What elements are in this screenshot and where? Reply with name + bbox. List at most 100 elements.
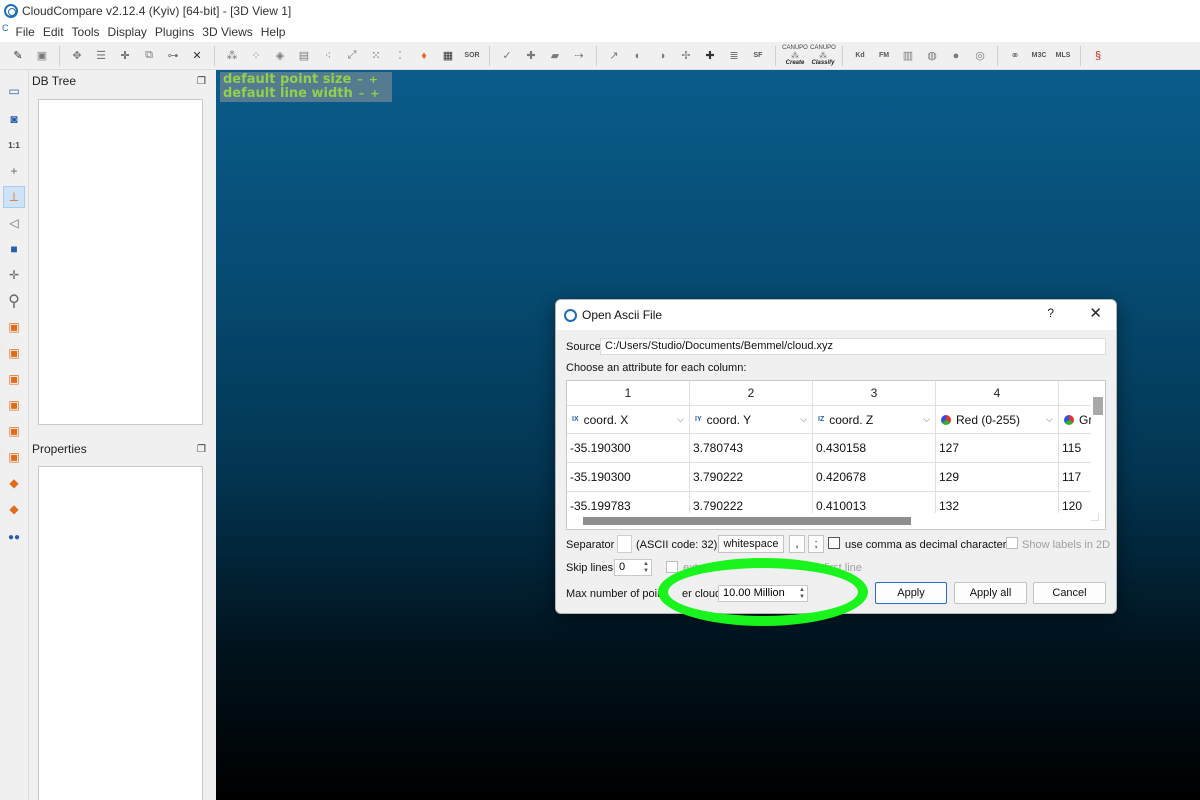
transform-icon[interactable]: ↗: [602, 44, 626, 68]
table-vertical-scrollbar[interactable]: [1091, 381, 1105, 513]
checker-icon[interactable]: ▦: [436, 44, 460, 68]
horizontal-scroll-thumb[interactable]: [583, 517, 911, 525]
stereo-icon[interactable]: ●●: [3, 526, 25, 548]
back-view-icon[interactable]: ▣: [3, 342, 25, 364]
vertical-scroll-thumb[interactable]: [1093, 397, 1103, 415]
perspective-icon[interactable]: ◁: [3, 212, 25, 234]
scale-icon[interactable]: ⤢: [340, 44, 364, 68]
scalar-field-button[interactable]: SF: [746, 44, 770, 68]
table-horizontal-scrollbar[interactable]: [567, 513, 1091, 529]
front-view-icon[interactable]: ▣: [3, 316, 25, 338]
scatter-icon[interactable]: ⁖: [316, 44, 340, 68]
skip-lines-spinbox[interactable]: 0 ▲ ▼: [614, 559, 652, 576]
semicolon-button[interactable]: ;: [808, 535, 824, 553]
line-width-decrease-button[interactable]: –: [359, 87, 365, 101]
fire-icon[interactable]: ♦: [412, 44, 436, 68]
menu-display[interactable]: Display: [104, 25, 151, 39]
center-icon[interactable]: +: [3, 160, 25, 182]
line-width-increase-button[interactable]: +: [370, 87, 379, 101]
sphere-icon[interactable]: ●: [944, 44, 968, 68]
m3c2-button[interactable]: M3C: [1027, 44, 1051, 68]
separator-field[interactable]: [617, 535, 632, 553]
extract-header-checkbox[interactable]: [666, 561, 678, 573]
mesh-icon[interactable]: ◈: [268, 44, 292, 68]
float-dock-icon[interactable]: ❐: [197, 444, 206, 455]
save-file-icon[interactable]: ▣: [30, 44, 54, 68]
whitespace-button[interactable]: whitespace: [718, 535, 784, 553]
globe-icon[interactable]: ◎: [968, 44, 992, 68]
source-path-field[interactable]: C:/Users/Studio/Documents/Bemmel/cloud.x…: [600, 338, 1106, 355]
db-tree-panel[interactable]: [38, 99, 203, 425]
clone-icon[interactable]: ✥: [65, 44, 89, 68]
point-size-increase-button[interactable]: +: [369, 73, 378, 87]
register-icon[interactable]: ◐: [626, 44, 650, 68]
decimal-comma-checkbox[interactable]: [828, 537, 840, 549]
iso-view-2-icon[interactable]: ◆: [3, 498, 25, 520]
add-point-icon[interactable]: ✢: [674, 44, 698, 68]
help-button[interactable]: ?: [1047, 306, 1054, 320]
filter-icon[interactable]: ▥: [896, 44, 920, 68]
zoom-icon[interactable]: ⚲: [3, 290, 25, 312]
properties-panel[interactable]: [38, 466, 203, 800]
normals-icon[interactable]: ✓: [495, 44, 519, 68]
canupo-create-button[interactable]: CANUPO ⁂ Create: [781, 43, 809, 69]
points-icon[interactable]: ⁙: [364, 44, 388, 68]
plane-icon[interactable]: ▰: [543, 44, 567, 68]
close-button[interactable]: ✕: [1089, 304, 1102, 322]
point-size-decrease-button[interactable]: –: [357, 73, 363, 87]
show-labels-checkbox[interactable]: [1006, 537, 1018, 549]
left-view-icon[interactable]: ▣: [3, 368, 25, 390]
column-3-attribute-select[interactable]: IZ coord. Z ⌵: [813, 406, 936, 434]
column-2-attribute-select[interactable]: IY coord. Y ⌵: [690, 406, 813, 434]
distance-icon[interactable]: ⇢: [567, 44, 591, 68]
octree-icon[interactable]: ⁚: [388, 44, 412, 68]
bottom-view-icon[interactable]: ▣: [3, 446, 25, 468]
iso-view-1-icon[interactable]: ◆: [3, 472, 25, 494]
open-file-icon[interactable]: ✎: [6, 44, 30, 68]
fast-marching-button[interactable]: FM: [872, 44, 896, 68]
sor-filter-button[interactable]: SOR: [460, 44, 484, 68]
monitor-icon[interactable]: ▭: [3, 80, 25, 102]
pick-icon[interactable]: ⊶: [161, 44, 185, 68]
right-view-icon[interactable]: ▣: [3, 394, 25, 416]
camera-icon[interactable]: ◙: [3, 108, 25, 130]
align-icon[interactable]: ✚: [519, 44, 543, 68]
subsample-icon[interactable]: ⁘: [244, 44, 268, 68]
link-icon[interactable]: ⚭: [1003, 44, 1027, 68]
menu-file[interactable]: File: [12, 25, 39, 39]
float-dock-icon[interactable]: ❐: [197, 76, 206, 87]
column-table[interactable]: 1 2 3 4 IX coord. X ⌵ IY coord. Y ⌵ IZ c…: [566, 380, 1106, 530]
column-1-attribute-select[interactable]: IX coord. X ⌵: [567, 406, 690, 434]
merge-icon[interactable]: ▤: [292, 44, 316, 68]
list-icon[interactable]: ☰: [89, 44, 113, 68]
kdtree-button[interactable]: Kd: [848, 44, 872, 68]
menu-3d-views[interactable]: 3D Views: [198, 25, 256, 39]
python-plugin-icon[interactable]: §: [1086, 44, 1110, 68]
comma-button[interactable]: ,: [789, 535, 805, 553]
segment-icon[interactable]: ⧉: [137, 44, 161, 68]
delete-icon[interactable]: ✕: [185, 44, 209, 68]
canupo-classify-button[interactable]: CANUPO ⁂ Classify: [809, 43, 837, 69]
cube-view-icon[interactable]: ■: [3, 238, 25, 260]
spin-arrows-icon[interactable]: ▲ ▼: [799, 587, 805, 601]
crosshair-icon[interactable]: ✚: [698, 44, 722, 68]
cancel-button[interactable]: Cancel: [1033, 582, 1106, 604]
apply-all-button[interactable]: Apply all: [954, 582, 1027, 604]
system-menu-icon[interactable]: C: [2, 23, 9, 33]
menu-help[interactable]: Help: [257, 25, 290, 39]
menu-tools[interactable]: Tools: [68, 25, 104, 39]
fine-register-icon[interactable]: ◑: [650, 44, 674, 68]
apply-button[interactable]: Apply: [875, 582, 947, 604]
max-points-spinbox[interactable]: 10.00 Million ▲ ▼: [718, 585, 808, 602]
menu-edit[interactable]: Edit: [39, 25, 68, 39]
rotate-mode-icon[interactable]: ✛: [3, 264, 25, 286]
spin-arrows-icon[interactable]: ▲ ▼: [643, 561, 649, 575]
stack-icon[interactable]: ≣: [722, 44, 746, 68]
translate-rotate-icon[interactable]: ✛: [113, 44, 137, 68]
sample-icon[interactable]: ⁂: [220, 44, 244, 68]
mls-button[interactable]: MLS: [1051, 44, 1075, 68]
top-view-icon[interactable]: ▣: [3, 420, 25, 442]
scale-1-1-button[interactable]: 1:1: [3, 134, 25, 156]
menu-plugins[interactable]: Plugins: [151, 25, 198, 39]
pivot-icon[interactable]: ⊥: [3, 186, 25, 208]
